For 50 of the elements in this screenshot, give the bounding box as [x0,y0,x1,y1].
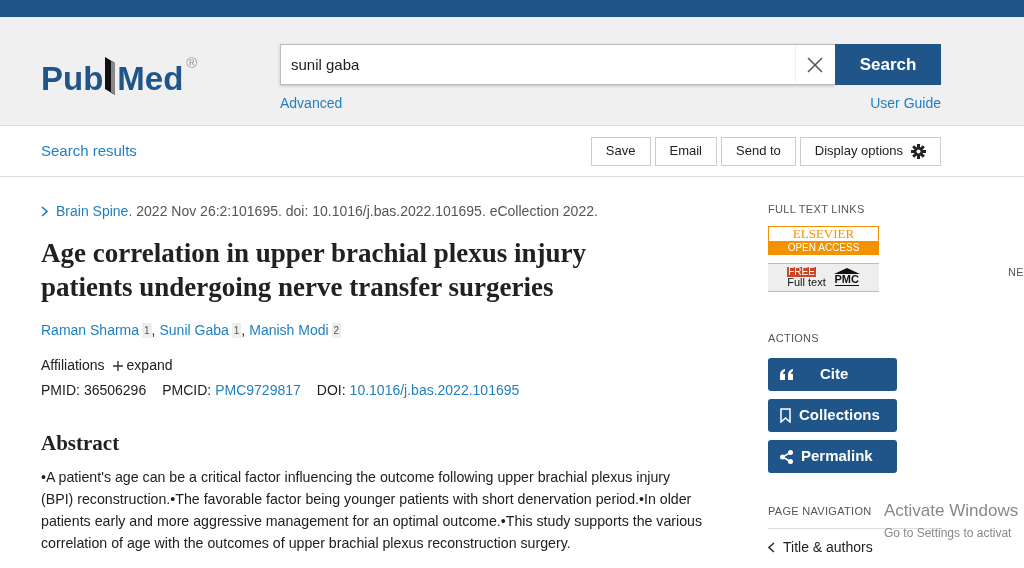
roof-icon [833,268,860,274]
action-button[interactable]: Cite [768,358,897,391]
affiliation-number[interactable]: 1 [142,323,152,338]
section-heading: NE [1008,265,1024,280]
affiliation-number[interactable]: 2 [331,323,342,338]
share-icon [780,449,793,464]
section-heading: ACTIONS [768,330,819,346]
affiliations-label: Affiliations [41,356,105,375]
id-link[interactable]: PMC9729817 [215,380,301,401]
search-button[interactable]: Search [835,44,941,85]
article-title: Age correlation in upper brachial plexus injury patients undergoing nerve transfer surgeries [41,237,588,304]
settings-icon [911,143,926,159]
action-button[interactable]: Permalink [768,440,897,473]
section-heading: PAGE NAVIGATION [768,504,872,519]
section-heading: FULL TEXT LINKS [768,202,865,217]
action-button[interactable]: Collections [768,399,897,432]
abstract-text: •A patient's age can be a critical factor influencing the outcome following upper brachial plexus injury (BPI) reconstruction.•The favorable factor being younger patients with short denervation period.•In older patients early and more aggressive management for an optimal outcome.•This study supports the various correlation of age with the outcomes of upper brachial plexus reconstruction surgery. [41,468,704,554]
separator-text: , [241,321,246,340]
toolbar-button[interactable]: Email [654,136,717,166]
author-link[interactable]: Sunil Gaba [159,320,229,341]
user-guide-link[interactable]: User Guide [870,93,941,114]
expand-link[interactable]: expand [112,355,173,376]
id-link[interactable]: 10.1016/j.bas.2022.101695 [349,380,520,401]
journal-link[interactable]: Brain Spine. [41,201,133,222]
search-results-link[interactable]: Search results [41,139,137,163]
author-link[interactable]: Raman Sharma [41,320,140,341]
id-label: PMID: [41,381,80,400]
affiliation-number[interactable]: 1 [231,323,242,338]
author-link[interactable]: Manish Modi [249,320,329,341]
chevron-left-icon [768,541,775,553]
citation-text: 2022 Nov 26:2:101695. doi: 10.1016/j.bas.2022.101695. eCollection 2022. [136,202,598,221]
logo-text[interactable]: Pub [41,62,104,95]
registered-mark: ® [186,55,198,70]
toolbar-button[interactable]: Save [590,136,651,166]
activation-title: Activate Windows [884,500,1019,522]
logo-text[interactable]: Med [117,62,184,95]
quote-icon [780,368,794,381]
toolbar-button[interactable]: Send to [721,136,796,166]
plus-icon [112,360,123,371]
close-icon [807,56,823,73]
toolbar-button[interactable]: Display options [799,136,941,166]
id-label: PMCID: [162,381,212,400]
chevron-right-icon [41,206,48,217]
advanced-link[interactable]: Advanced [280,93,343,114]
book-icon[interactable] [103,55,118,95]
separator-text: , [151,321,156,340]
id-value: 36506296 [83,381,147,400]
id-label: DOI: [316,381,346,400]
bookmark-icon [780,408,791,423]
abstract-heading: Abstract [41,431,121,457]
